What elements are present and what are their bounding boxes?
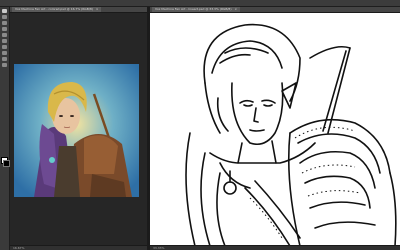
menu-bar — [0, 0, 400, 7]
lineart-canvas[interactable] — [150, 13, 400, 246]
zoom-readout: 16.67% — [13, 246, 25, 250]
close-icon[interactable]: × — [96, 7, 99, 11]
hand-tool-icon[interactable] — [2, 57, 7, 61]
lasso-tool-icon[interactable] — [2, 21, 7, 25]
zoom-readout: 33.33% — [153, 246, 165, 250]
document-window-colored: Vox Machina Fan Art - colored.psd @ 16.7… — [10, 7, 147, 250]
brush-tool-icon[interactable] — [2, 39, 7, 43]
tools-panel — [0, 7, 10, 250]
close-icon[interactable]: × — [235, 7, 238, 11]
crop-tool-icon[interactable] — [2, 27, 7, 31]
document-tab[interactable]: Vox Machina Fan Art - colored.psd @ 16.7… — [12, 7, 102, 12]
zoom-tool-icon[interactable] — [2, 63, 7, 67]
move-tool-icon[interactable] — [2, 9, 7, 13]
status-bar: 33.33% — [150, 245, 400, 250]
marquee-tool-icon[interactable] — [2, 15, 7, 19]
status-bar: 16.67% — [10, 245, 147, 250]
eraser-tool-icon[interactable] — [2, 45, 7, 49]
text-tool-icon[interactable] — [2, 51, 7, 55]
background-color-swatch[interactable] — [3, 160, 10, 167]
document-window-lineart: Vox Machina Fan Art - lineart.psd @ 33.3… — [150, 7, 400, 250]
document-tabbar: Vox Machina Fan Art - colored.psd @ 16.7… — [10, 7, 147, 13]
eyedropper-tool-icon[interactable] — [2, 33, 7, 37]
colored-artwork-canvas[interactable] — [14, 64, 139, 197]
document-tab[interactable]: Vox Machina Fan Art - lineart.psd @ 33.3… — [152, 7, 241, 12]
document-tab-title: Vox Machina Fan Art - colored.psd @ 16.7… — [15, 7, 93, 11]
document-tab-title: Vox Machina Fan Art - lineart.psd @ 33.3… — [155, 7, 232, 11]
